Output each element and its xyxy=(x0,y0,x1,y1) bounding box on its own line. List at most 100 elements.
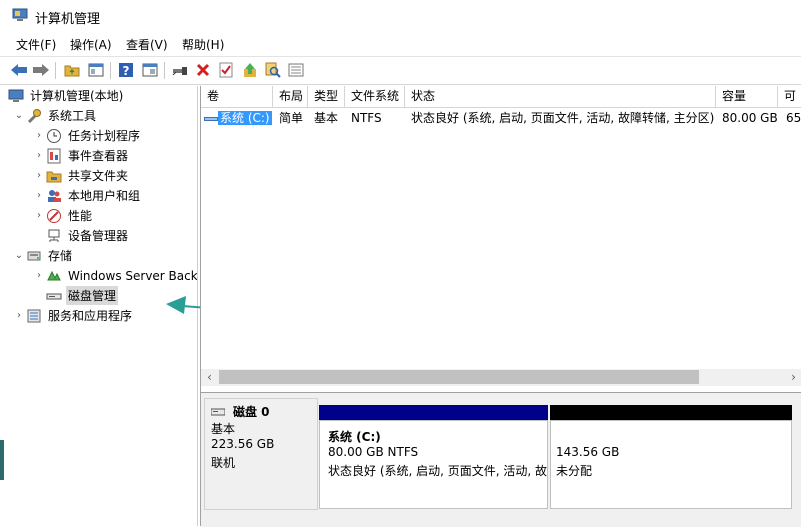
type-cell: 基本 xyxy=(314,111,339,125)
menu-bar: 文件(F) 操作(A) 查看(V) 帮助(H) xyxy=(0,33,801,55)
tree-item-label: 事件查看器 xyxy=(68,149,129,163)
tree-item-label: 设备管理器 xyxy=(68,229,129,243)
tree-item-performance[interactable]: › 性能 xyxy=(32,206,94,225)
menu-action[interactable]: 操作(A) xyxy=(70,36,112,53)
chevron-right-icon[interactable]: › xyxy=(32,150,46,161)
tree-item-label: 共享文件夹 xyxy=(68,169,129,183)
delete-icon[interactable] xyxy=(193,60,213,80)
tree-item-windows-server-backup[interactable]: › Windows Server Back xyxy=(32,266,198,285)
column-header-capacity[interactable]: 容量 xyxy=(716,86,778,107)
layout-cell: 简单 xyxy=(279,111,304,125)
forward-arrow-icon[interactable] xyxy=(31,60,51,80)
services-icon xyxy=(26,308,42,324)
backup-icon xyxy=(46,268,62,284)
tree-item-storage[interactable]: ⌄ 存储 xyxy=(12,246,74,265)
device-manager-icon xyxy=(46,228,62,244)
disk-drive-icon xyxy=(210,405,226,419)
menu-view[interactable]: 查看(V) xyxy=(126,36,168,53)
help-icon[interactable]: ? xyxy=(116,60,136,80)
column-header-free[interactable]: 可 xyxy=(778,86,801,107)
horizontal-scrollbar[interactable]: ‹ › xyxy=(201,369,801,386)
scrollbar-thumb[interactable] xyxy=(219,370,699,384)
tree-item-label: 本地用户和组 xyxy=(68,189,141,203)
scroll-left-icon[interactable]: ‹ xyxy=(201,369,218,386)
volume-name-cell[interactable]: 系统 (C:) xyxy=(201,108,273,128)
chevron-right-icon[interactable]: › xyxy=(32,190,46,201)
search-icon[interactable] xyxy=(263,60,283,80)
tree-item-shared-folders[interactable]: › 共享文件夹 xyxy=(32,166,130,185)
disk-graphical-view: 磁盘 0 基本 223.56 GB 联机 系统 (C:) 80.00 GB NT… xyxy=(201,392,801,527)
chevron-down-icon[interactable]: ⌄ xyxy=(12,110,26,121)
check-list-icon[interactable] xyxy=(216,60,236,80)
window-title: 计算机管理 xyxy=(35,12,101,27)
tree-item-task-scheduler[interactable]: › 任务计划程序 xyxy=(32,126,142,145)
svg-text:?: ? xyxy=(123,64,130,78)
unallocated-size: 143.56 GB xyxy=(556,445,620,459)
tree-item-label: 性能 xyxy=(68,209,93,223)
partition-unallocated[interactable]: 143.56 GB 未分配 xyxy=(550,405,792,509)
menu-help[interactable]: 帮助(H) xyxy=(182,36,224,53)
disk-0-info[interactable]: 磁盘 0 基本 223.56 GB 联机 xyxy=(204,398,318,510)
tree-item-label: 计算机管理(本地) xyxy=(30,89,124,103)
chevron-right-icon[interactable]: › xyxy=(32,170,46,181)
partition-body: 143.56 GB 未分配 xyxy=(550,420,792,509)
partition-primary-bar xyxy=(319,405,548,420)
volume-list-header: 卷 布局 类型 文件系统 状态 容量 可 xyxy=(201,86,801,108)
tree-item-label: 存储 xyxy=(48,249,73,263)
table-row[interactable]: 系统 (C:) 简单 基本 NTFS 状态良好 (系统, 启动, 页面文件, 活… xyxy=(201,108,801,128)
tree-item-system-tools[interactable]: ⌄ 系统工具 xyxy=(12,106,98,125)
tree-item-label: 任务计划程序 xyxy=(68,129,141,143)
filesystem-cell: NTFS xyxy=(351,111,382,125)
tree-item-root[interactable]: 计算机管理(本地) xyxy=(8,86,125,105)
list-view-icon[interactable] xyxy=(286,60,306,80)
partition-body: 系统 (C:) 80.00 GB NTFS 状态良好 (系统, 启动, 页面文件… xyxy=(319,420,548,509)
toolbar-separator xyxy=(164,62,165,79)
column-header-status[interactable]: 状态 xyxy=(405,86,716,107)
column-header-volume[interactable]: 卷 xyxy=(201,86,273,107)
partition-system-c[interactable]: 系统 (C:) 80.00 GB NTFS 状态良好 (系统, 启动, 页面文件… xyxy=(319,405,548,509)
toolbar-separator xyxy=(110,62,111,79)
tree-item-event-viewer[interactable]: › 事件查看器 xyxy=(32,146,130,165)
connect-icon[interactable] xyxy=(170,60,190,80)
tree-item-device-manager[interactable]: 设备管理器 xyxy=(46,226,130,245)
tree-item-disk-management[interactable]: 磁盘管理 xyxy=(46,286,119,305)
status-cell: 状态良好 (系统, 启动, 页面文件, 活动, 故障转储, 主分区) xyxy=(411,111,715,125)
up-folder-icon[interactable] xyxy=(62,60,82,80)
column-header-layout[interactable]: 布局 xyxy=(273,86,308,107)
tools-icon xyxy=(26,108,42,124)
chevron-right-icon[interactable]: › xyxy=(32,210,46,221)
desktop-edge xyxy=(0,440,4,480)
tree-item-label: Windows Server Back xyxy=(68,268,198,283)
partition-unallocated-bar xyxy=(550,405,792,420)
tree-item-services-apps[interactable]: › 服务和应用程序 xyxy=(12,306,134,325)
scroll-right-icon[interactable]: › xyxy=(785,369,801,386)
disk-type: 基本 xyxy=(211,422,236,436)
title-bar: 计算机管理 xyxy=(0,0,801,31)
tree-item-label: 系统工具 xyxy=(48,109,97,123)
toolbar-separator xyxy=(55,62,56,79)
event-log-icon xyxy=(46,148,62,164)
computer-management-icon xyxy=(12,8,28,22)
unallocated-label: 未分配 xyxy=(556,464,593,478)
shared-folder-icon xyxy=(46,168,62,184)
chevron-right-icon[interactable]: › xyxy=(32,270,46,281)
column-header-filesystem[interactable]: 文件系统 xyxy=(345,86,405,107)
chevron-down-icon[interactable]: ⌄ xyxy=(12,250,26,261)
chevron-right-icon[interactable]: › xyxy=(32,130,46,141)
properties-pane-icon[interactable] xyxy=(140,60,160,80)
performance-icon xyxy=(46,208,62,224)
disk-name: 磁盘 0 xyxy=(233,405,270,419)
volume-icon xyxy=(204,109,218,129)
partition-status: 状态良好 (系统, 启动, 页面文件, 活动, 故 xyxy=(328,462,548,479)
toolbar: ? xyxy=(0,56,801,85)
tree-item-local-users[interactable]: › 本地用户和组 xyxy=(32,186,142,205)
disk-size: 223.56 GB xyxy=(211,437,275,451)
menu-file[interactable]: 文件(F) xyxy=(16,36,56,53)
show-hide-tree-icon[interactable] xyxy=(86,60,106,80)
clock-icon xyxy=(46,128,62,144)
back-arrow-icon[interactable] xyxy=(9,60,29,80)
column-header-type[interactable]: 类型 xyxy=(308,86,345,107)
up-arrow-folder-icon[interactable] xyxy=(240,60,260,80)
chevron-right-icon[interactable]: › xyxy=(12,310,26,321)
storage-icon xyxy=(26,248,42,264)
